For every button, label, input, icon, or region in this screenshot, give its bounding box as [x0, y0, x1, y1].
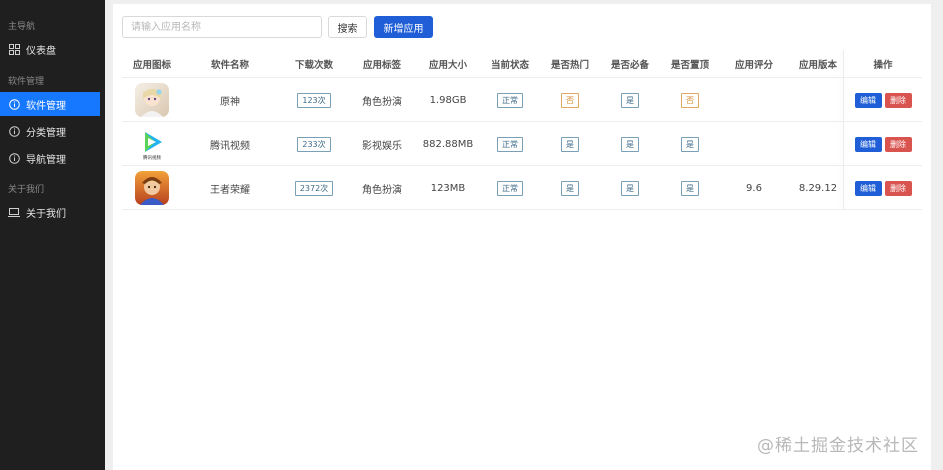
delete-button[interactable]: 删除 — [884, 136, 912, 152]
header-actions: 操作 — [873, 60, 893, 71]
status-badge: 正常 — [497, 180, 523, 196]
hot-badge: 是 — [561, 180, 579, 196]
search-button[interactable]: 搜索 — [328, 16, 367, 38]
top-badge: 否 — [681, 92, 699, 108]
table-row: 王者荣耀 2372次 角色扮演 123MB 正常 是 是 是 9.6 8.29.… — [122, 166, 922, 210]
status-badge: 正常 — [497, 136, 523, 152]
app-name: 腾讯视频 — [210, 140, 250, 152]
laptop-icon — [8, 206, 20, 218]
downloads-tag: 2372次 — [294, 180, 334, 196]
app-name: 王者荣耀 — [210, 184, 250, 196]
app-size: 882.88MB — [422, 138, 474, 150]
sidebar: 主导航 仪表盘 软件管理 软件管理 分类管理 导航管理 关于我们 关于我们 — [0, 0, 105, 470]
edit-button[interactable]: 编辑 — [854, 136, 882, 152]
app-rating — [722, 78, 786, 122]
header-app-icon: 应用图标 — [132, 60, 171, 71]
essential-badge: 是 — [621, 92, 639, 108]
sidebar-group-about: 关于我们 — [8, 185, 45, 195]
app-size: 123MB — [430, 182, 466, 194]
app-version — [786, 122, 850, 166]
status-badge: 正常 — [497, 92, 523, 108]
app-tag: 角色扮演 — [362, 96, 402, 108]
header-status: 当前状态 — [490, 60, 529, 71]
essential-badge: 是 — [621, 180, 639, 196]
sidebar-group-main-nav: 主导航 — [8, 22, 36, 32]
sidebar-item-label: 仪表盘 — [26, 45, 56, 57]
header-rating: 应用评分 — [734, 60, 773, 71]
downloads-tag: 123次 — [297, 92, 331, 108]
honor-of-kings-app-icon — [135, 171, 169, 205]
sidebar-item-label: 导航管理 — [26, 154, 66, 166]
delete-button[interactable]: 删除 — [884, 92, 912, 108]
sidebar-item-label: 关于我们 — [26, 208, 66, 220]
sidebar-item-category-management[interactable]: 分类管理 — [0, 119, 100, 143]
sidebar-item-label: 分类管理 — [26, 127, 66, 139]
app-tag: 影视娱乐 — [362, 140, 402, 152]
top-badge: 是 — [681, 136, 699, 152]
header-hot: 是否热门 — [550, 60, 589, 71]
app-name: 原神 — [220, 96, 240, 108]
hot-badge: 否 — [561, 92, 579, 108]
downloads-tag: 233次 — [297, 136, 331, 152]
header-essential: 是否必备 — [610, 60, 649, 71]
sidebar-item-nav-management[interactable]: 导航管理 — [0, 146, 100, 170]
header-version: 应用版本 — [798, 60, 837, 71]
add-app-button[interactable]: 新增应用 — [374, 16, 433, 38]
info-icon — [8, 98, 20, 110]
watermark: @稀土掘金技术社区 — [757, 436, 919, 456]
genshin-app-icon — [135, 83, 169, 117]
sidebar-group-software: 软件管理 — [8, 77, 45, 87]
top-badge: 是 — [681, 180, 699, 196]
app-table: 应用图标 软件名称 下载次数 应用标签 应用大小 当前状态 是否热门 是否必备 … — [122, 50, 922, 210]
header-app-name: 软件名称 — [210, 60, 249, 71]
essential-badge: 是 — [621, 136, 639, 152]
header-downloads: 下载次数 — [294, 60, 333, 71]
edit-button[interactable]: 编辑 — [854, 92, 882, 108]
sidebar-item-label: 软件管理 — [26, 100, 66, 112]
search-input[interactable] — [122, 16, 322, 38]
app-tag: 角色扮演 — [362, 184, 402, 196]
tencent-video-icon-text: 腾讯视频 — [143, 154, 161, 161]
sidebar-item-software-management[interactable]: 软件管理 — [0, 92, 100, 116]
table-header: 应用图标 软件名称 下载次数 应用标签 应用大小 当前状态 是否热门 是否必备 … — [122, 50, 922, 78]
app-version — [786, 78, 850, 122]
hot-badge: 是 — [561, 136, 579, 152]
main-panel: 搜索 新增应用 应用图标 软件名称 下载次数 应用标签 应用大小 当前状态 是否… — [113, 4, 931, 470]
table-row: 腾讯视频 腾讯视频 233次 影视娱乐 882.88MB 正常 是 是 是 编辑… — [122, 122, 922, 166]
app-rating: 9.6 — [746, 182, 762, 194]
app-rating — [722, 122, 786, 166]
sidebar-item-about-us[interactable]: 关于我们 — [0, 200, 100, 224]
info-icon — [8, 152, 20, 164]
delete-button[interactable]: 删除 — [884, 180, 912, 196]
table-row: 原神 123次 角色扮演 1.98GB 正常 否 是 否 编辑 删除 — [122, 78, 922, 122]
sidebar-item-dashboard[interactable]: 仪表盘 — [0, 37, 100, 61]
info-icon — [8, 125, 20, 137]
app-version: 8.29.12 — [798, 182, 838, 194]
header-top: 是否置顶 — [670, 60, 709, 71]
app-size: 1.98GB — [429, 94, 467, 106]
grid-icon — [8, 43, 20, 55]
header-tag: 应用标签 — [362, 60, 401, 71]
header-size: 应用大小 — [428, 60, 467, 71]
tencent-video-app-icon: 腾讯视频 — [135, 127, 169, 161]
edit-button[interactable]: 编辑 — [854, 180, 882, 196]
